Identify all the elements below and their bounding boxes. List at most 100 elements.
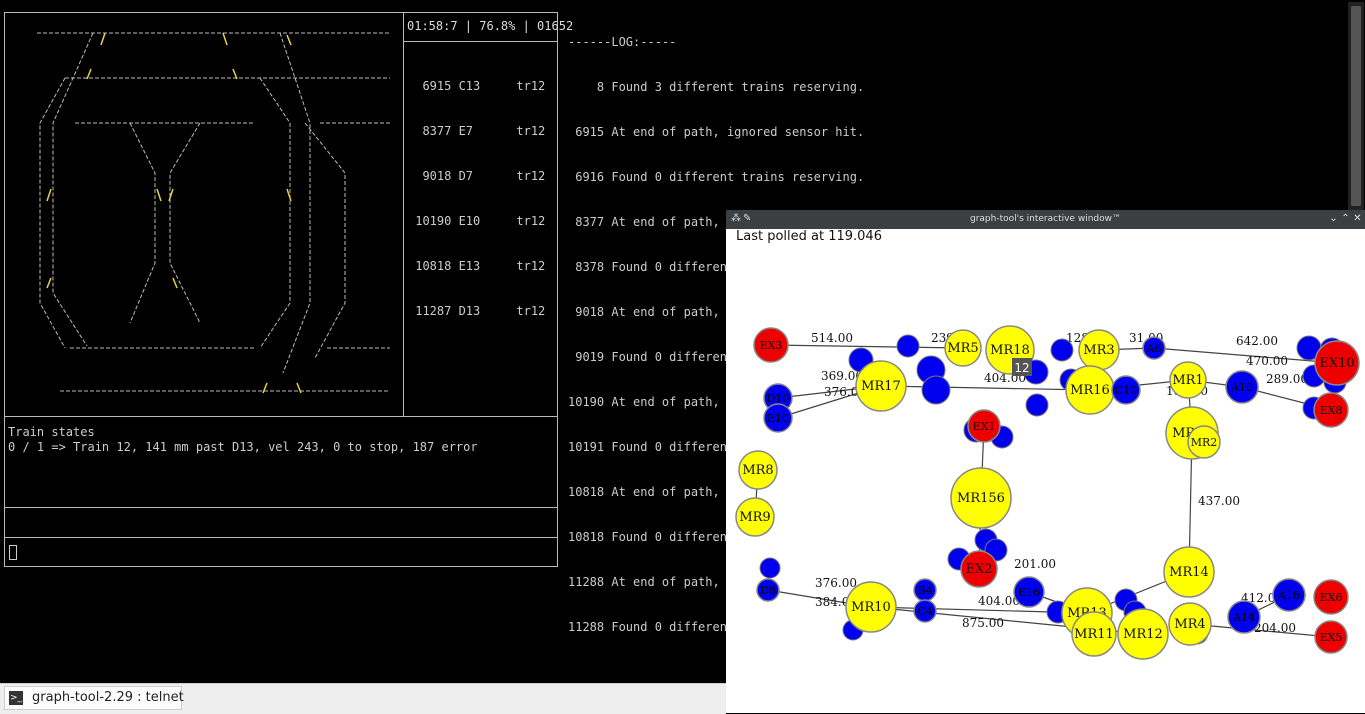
graph-node-label: MR11 [1074, 627, 1114, 642]
graph-node-mr8[interactable]: MR8 [738, 450, 778, 490]
graph-node-label: EX2 [965, 562, 992, 577]
graph-node-label: MR4 [1174, 617, 1205, 632]
graph-node-mr3[interactable]: MR3 [1078, 329, 1120, 371]
sensor-node[interactable] [896, 334, 920, 358]
graph-node-mr12[interactable]: MR12 [1117, 608, 1169, 660]
window-titlebar[interactable]: ⁂ ✎ graph-tool's interactive window™ ⌄ ⌃… [726, 210, 1365, 229]
svg-text:12: 12 [1014, 361, 1029, 375]
graph-node-label: MR10 [851, 600, 891, 615]
graph-node-label: MR156 [957, 491, 1005, 506]
edge-weight-label: 289.00 [1266, 372, 1308, 386]
table-row: 10818 E13 tr12 [408, 259, 546, 273]
graph-node-label: EX3 [760, 339, 783, 352]
graph-node-mr14[interactable]: MR14 [1163, 546, 1215, 598]
output-area [4, 507, 558, 538]
close-icon[interactable]: ✕ [1352, 212, 1363, 225]
table-row: 11287 D13 tr12 [408, 304, 546, 318]
graph-node-ex3[interactable]: EX3 [753, 327, 789, 363]
terminal-scrollbar[interactable] [1348, 2, 1364, 212]
graph-node-ex1[interactable]: EX1 [967, 409, 1001, 443]
graph-node-mr9[interactable]: MR9 [735, 497, 775, 537]
last-polled-label: Last polled at 119.046 [736, 229, 882, 244]
scrollbar-thumb[interactable] [1351, 6, 1361, 206]
graph-node-label: A6 [1146, 342, 1162, 355]
graph-node-c10[interactable]: C10 [1111, 375, 1141, 405]
taskbar-item-telnet[interactable]: >_ graph-tool-2.29 : telnet [4, 686, 184, 710]
log-title: ------LOG:----- [568, 35, 677, 49]
edge-weight-label: 201.00 [1014, 557, 1056, 571]
graph-node-mr1[interactable]: MR1 [1169, 361, 1207, 399]
graph-node-label: MR2 [1191, 436, 1218, 449]
train-states-panel: Train states 0 / 1 => Train 12, 141 mm p… [4, 416, 558, 508]
graph-node-label: EX10 [1319, 356, 1354, 371]
edge-weight-label: 514.00 [811, 331, 853, 345]
graph-node-label: MR8 [742, 463, 773, 478]
graph-node-ex10[interactable]: EX10 [1314, 340, 1360, 386]
graph-node-mr4[interactable]: MR4 [1168, 602, 1212, 646]
track-diagram [37, 32, 390, 394]
graph-node-label: MR1 [1172, 373, 1203, 388]
graph-node-mr156[interactable]: MR156 [950, 467, 1012, 529]
graph-node-mr16[interactable]: MR16 [1065, 365, 1115, 415]
table-row: 10190 E10 tr12 [408, 214, 546, 228]
graph-node-label: MR9 [739, 510, 770, 525]
graph-node-mr11[interactable]: MR11 [1071, 611, 1117, 657]
graph-node-ex6[interactable]: EX6 [1313, 579, 1349, 615]
graph-node-d8[interactable]: D8 [756, 578, 780, 602]
graph-node-mr10[interactable]: MR10 [845, 581, 897, 633]
edge-weight-label: 376.00 [815, 576, 857, 590]
graph-node-label: D10 [767, 392, 790, 405]
graph-tool-window[interactable]: 514.00239.0404.00369.00376.00642.00470.0… [726, 210, 1365, 713]
graph-node-a10[interactable]: A10 [1225, 370, 1259, 404]
table-row: 8377 E7 tr12 [408, 124, 546, 138]
maximize-icon[interactable]: ⌃ [1340, 212, 1351, 225]
edge-weight-label: 642.00 [1236, 334, 1278, 348]
graph-node-label: EX5 [1320, 631, 1343, 644]
graph-edge [770, 344, 964, 349]
train-marker[interactable]: 12 [1012, 358, 1032, 376]
command-input[interactable] [4, 537, 558, 567]
graph-node-mr17[interactable]: MR17 [855, 360, 907, 412]
edge-weight-label: 437.00 [1198, 494, 1240, 508]
minimize-icon[interactable]: ⌄ [1328, 212, 1339, 225]
sensor-node[interactable] [759, 557, 781, 579]
graph-node-label: EX1 [973, 420, 996, 433]
graph-node-a6[interactable]: A6 [1142, 336, 1166, 360]
edge-weight-label: 204.00 [1254, 621, 1296, 635]
sensor-node[interactable] [921, 375, 951, 405]
graph-node-label: E10 [767, 412, 789, 425]
window-title: graph-tool's interactive window™ [970, 214, 1121, 224]
graph-node-ex2[interactable]: EX2 [960, 550, 998, 588]
train-status-panel: 01:58:7 | 76.8% | 01652 6915 C13 tr12 83… [403, 12, 573, 417]
graph-node-label: B4 [917, 584, 932, 597]
graph-node-c4[interactable]: C4 [913, 599, 937, 623]
graph-node-ex5[interactable]: EX5 [1314, 620, 1348, 654]
graph-node-label: A16 [1277, 589, 1300, 602]
graph-node-label: C4 [917, 605, 932, 618]
graph-node-label: MR17 [861, 379, 901, 394]
track-graph[interactable]: 514.00239.0404.00369.00376.00642.00470.0… [726, 210, 1365, 713]
graph-node-b4[interactable]: B4 [913, 578, 937, 602]
graph-node-mr2[interactable]: MR2 [1187, 425, 1221, 459]
sensor-node[interactable] [1050, 338, 1074, 362]
sensor-node[interactable] [1025, 393, 1049, 417]
graph-node-label: C10 [1115, 384, 1137, 397]
graph-node-label: D8 [760, 584, 776, 597]
graph-node-e10[interactable]: E10 [763, 403, 793, 433]
terminal-icon: >_ [9, 691, 23, 705]
graph-node-mr5[interactable]: MR5 [944, 329, 982, 367]
graph-node-a14[interactable]: A14 [1227, 600, 1261, 634]
table-row: 6915 C13 tr12 [408, 79, 546, 93]
graph-node-ex8[interactable]: EX8 [1313, 392, 1349, 428]
track-diagram-panel [4, 12, 404, 417]
graph-node-label: MR16 [1070, 383, 1110, 398]
graph-node-e16[interactable]: E16 [1013, 576, 1045, 608]
graph-node-label: A10 [1230, 381, 1253, 394]
train-state-line: 0 / 1 => Train 12, 141 mm past D13, vel … [8, 440, 478, 454]
log-line: 6916 Found 0 different trains reserving. [568, 170, 865, 184]
graph-node-label: EX6 [1320, 591, 1343, 604]
graph-node-a16[interactable]: A16 [1272, 578, 1306, 612]
table-row: 9018 D7 tr12 [408, 169, 546, 183]
graph-node-label: EX8 [1320, 404, 1343, 417]
graph-node-label: A14 [1232, 611, 1255, 624]
